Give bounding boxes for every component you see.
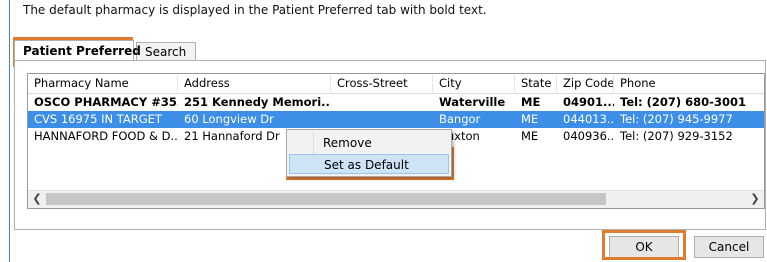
column-header-cross-street[interactable]: Cross-Street: [331, 75, 433, 92]
cancel-button[interactable]: Cancel: [694, 236, 764, 258]
column-header-phone[interactable]: Phone: [614, 75, 764, 92]
context-menu: Remove Set as Default: [286, 129, 452, 177]
column-header-zip-code[interactable]: Zip Code: [557, 75, 614, 92]
tab-patient-preferred[interactable]: Patient Preferred: [14, 40, 141, 60]
city-cell: Bangor: [439, 112, 481, 126]
address-cell: 251 Kennedy Memori...: [184, 95, 331, 109]
chevron-left-icon[interactable]: ❮: [30, 192, 44, 206]
zip-cell: 044013...: [563, 112, 614, 126]
address-cell: 60 Longview Dr: [184, 112, 274, 126]
pharmacy-name-cell: CVS 16975 IN TARGET: [34, 112, 162, 126]
state-cell: ME: [521, 129, 539, 143]
table-row-selected[interactable]: CVS 16975 IN TARGET 60 Longview Dr Bango…: [28, 111, 764, 128]
phone-cell: Tel: (207) 945-9977: [620, 112, 733, 126]
city-cell: Waterville: [439, 95, 506, 109]
horizontal-scrollbar[interactable]: ❮ ❯: [28, 190, 764, 208]
instruction-text: The default pharmacy is displayed in the…: [23, 3, 487, 17]
chevron-right-icon[interactable]: ❯: [748, 192, 762, 206]
column-header-address[interactable]: Address: [178, 75, 331, 92]
pharmacy-name-cell: OSCO PHARMACY #3551: [34, 95, 178, 109]
phone-cell: Tel: (207) 929-3152: [620, 129, 733, 143]
menu-item-remove[interactable]: Remove: [289, 133, 449, 153]
tab-search[interactable]: Search: [136, 42, 196, 60]
state-cell: ME: [521, 95, 541, 109]
cross-street-cell: [331, 94, 433, 111]
cross-street-cell: [331, 111, 433, 128]
zip-cell: 04901...: [563, 95, 614, 109]
phone-cell: Tel: (207) 680-3001: [620, 95, 746, 109]
column-header-pharmacy-name[interactable]: Pharmacy Name: [28, 75, 178, 92]
scrollbar-thumb[interactable]: [46, 193, 606, 205]
ok-button[interactable]: OK: [609, 236, 679, 258]
menu-item-set-as-default[interactable]: Set as Default: [289, 154, 449, 174]
column-header-city[interactable]: City: [433, 75, 515, 92]
table-row-default[interactable]: OSCO PHARMACY #3551 251 Kennedy Memori..…: [28, 94, 764, 111]
state-cell: ME: [521, 112, 539, 126]
zip-cell: 040936...: [563, 129, 614, 143]
table-header: Pharmacy Name Address Cross-Street City …: [28, 74, 764, 94]
column-header-state[interactable]: State: [515, 75, 557, 92]
pharmacy-name-cell: HANNAFORD FOOD & D...: [34, 129, 178, 143]
